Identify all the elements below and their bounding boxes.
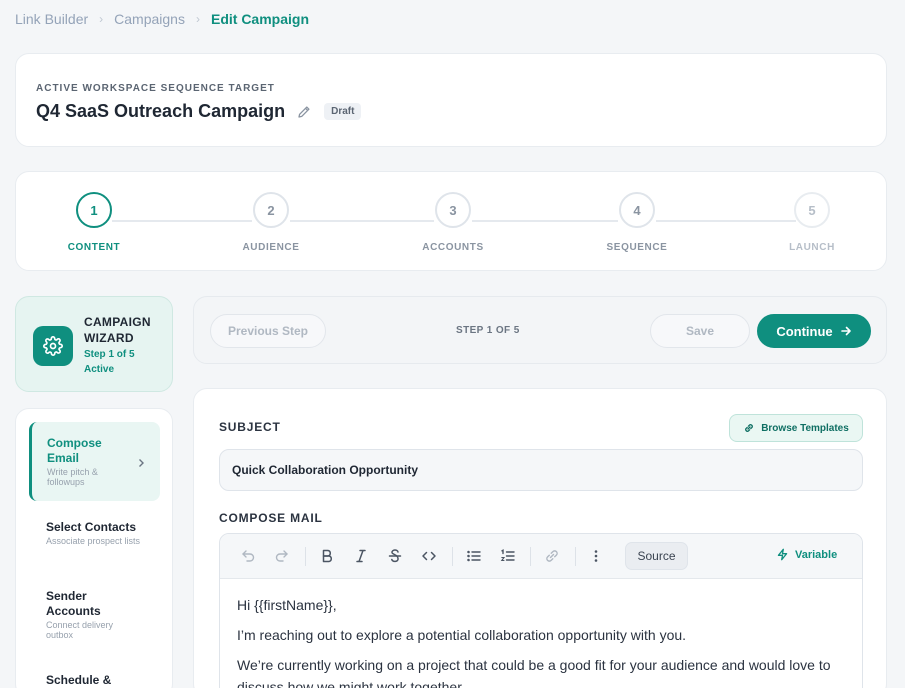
browse-templates-label: Browse Templates [761,422,849,434]
sidebar-item-label: Compose Email [47,436,102,465]
step-launch: 5 LAUNCH [772,192,852,253]
editor-toolbar: Source Variable [220,534,862,579]
header-eyebrow: ACTIVE WORKSPACE SEQUENCE TARGET [36,83,275,94]
step-number: 3 [435,192,471,228]
sidebar-item-schedule[interactable]: Schedule & [29,673,160,688]
bold-icon[interactable] [318,547,336,565]
undo-icon[interactable] [239,547,257,565]
chevron-right-icon: › [195,12,200,26]
breadcrumb: Link Builder › Campaigns › Edit Campaign [15,10,309,28]
step-label: ACCOUNTS [422,242,484,253]
email-body-line: I’m reaching out to explore a potential … [237,627,687,643]
breadcrumb-link-campaigns[interactable]: Campaigns [114,11,185,27]
link-icon [745,424,754,432]
edit-title-pencil-icon[interactable] [297,105,311,119]
breadcrumb-link-link-builder[interactable]: Link Builder [15,11,88,27]
wizard-toolbar: Previous Step STEP 1 OF 5 Save Continue [193,296,887,364]
continue-button[interactable]: Continue [757,314,871,348]
step-label: AUDIENCE [242,242,300,253]
campaign-wizard-card: CAMPAIGN WIZARD Step 1 of 5 Active [15,296,173,392]
link-icon[interactable] [543,547,561,565]
step-number: 2 [253,192,289,228]
sidebar-item-desc: Connect delivery outbox [46,620,114,640]
campaign-header: ACTIVE WORKSPACE SEQUENCE TARGET Q4 SaaS… [15,53,887,147]
continue-label: Continue [776,323,833,339]
sidebar-item-desc: Associate prospect lists [46,536,141,546]
step-number: 4 [619,192,655,228]
page-title: Q4 SaaS Outreach Campaign [36,101,286,121]
italic-icon[interactable] [352,547,370,565]
numbered-list-icon[interactable] [499,547,517,565]
browse-templates-button[interactable]: Browse Templates [729,414,863,442]
arrow-right-icon [840,326,851,336]
status-badge: Draft [324,103,362,120]
step-label: SEQUENCE [606,242,668,253]
sidebar-item-label: Sender Accounts [46,589,101,618]
bullet-list-icon[interactable] [465,547,483,565]
redo-icon[interactable] [273,547,291,565]
lightning-icon [777,548,788,561]
campaign-stepper: 1 CONTENT 2 AUDIENCE 3 ACCOUNTS 4 SEQUEN… [15,171,887,271]
sidebar-item-sender-accounts[interactable]: Sender Accounts Connect delivery outbox [29,589,160,640]
title-row: Q4 SaaS Outreach Campaign Draft [36,101,362,122]
wizard-sidebar: Compose Email Write pitch & followups Se… [15,408,173,688]
email-body-line: We’re currently working on a project tha… [237,657,831,688]
sidebar-item-select-contacts[interactable]: Select Contacts Associate prospect lists [29,520,160,546]
more-vertical-icon[interactable] [587,547,605,565]
step-audience[interactable]: 2 AUDIENCE [231,192,311,253]
gear-icon [33,326,73,366]
toolbar-divider [305,547,306,566]
subject-label: SUBJECT [219,420,281,434]
email-body[interactable]: Hi {{firstName}}, I’m reaching out to ex… [220,579,862,688]
rich-text-editor: Source Variable Hi {{firstName}}, I’m re… [219,533,863,688]
chevron-right-icon: › [99,12,104,26]
chevron-right-icon [136,455,146,467]
toolbar-divider [530,547,531,566]
variable-button[interactable]: Variable [776,548,837,561]
wizard-status: Step 1 of 5 Active [84,349,135,375]
email-editor-card: SUBJECT Browse Templates COMPOSE MAIL [193,388,887,688]
step-count: STEP 1 OF 5 [456,325,520,336]
toolbar-divider [575,547,576,566]
sidebar-item-compose-email[interactable]: Compose Email Write pitch & followups [29,422,160,501]
compose-mail-label: COMPOSE MAIL [219,511,323,525]
variable-label: Variable [795,548,838,561]
step-label: CONTENT [67,242,121,253]
strikethrough-icon[interactable] [386,547,404,565]
breadcrumb-current: Edit Campaign [210,11,309,27]
toolbar-divider [452,547,453,566]
step-content[interactable]: 1 CONTENT [54,192,134,253]
step-number: 5 [794,192,830,228]
step-sequence[interactable]: 4 SEQUENCE [597,192,677,253]
code-icon[interactable] [420,547,438,565]
previous-step-button[interactable]: Previous Step [210,314,326,348]
subject-input[interactable] [219,449,863,491]
sidebar-item-label: Schedule & [46,673,112,687]
wizard-title: CAMPAIGN WIZARD [84,315,151,345]
email-body-line: Hi {{firstName}}, [237,597,337,613]
step-label: LAUNCH [789,242,835,253]
source-button[interactable]: Source [625,542,688,570]
save-button[interactable]: Save [650,314,750,348]
sidebar-item-desc: Write pitch & followups [47,467,98,487]
step-number: 1 [76,192,112,228]
step-accounts[interactable]: 3 ACCOUNTS [413,192,493,253]
sidebar-item-label: Select Contacts [46,520,137,534]
